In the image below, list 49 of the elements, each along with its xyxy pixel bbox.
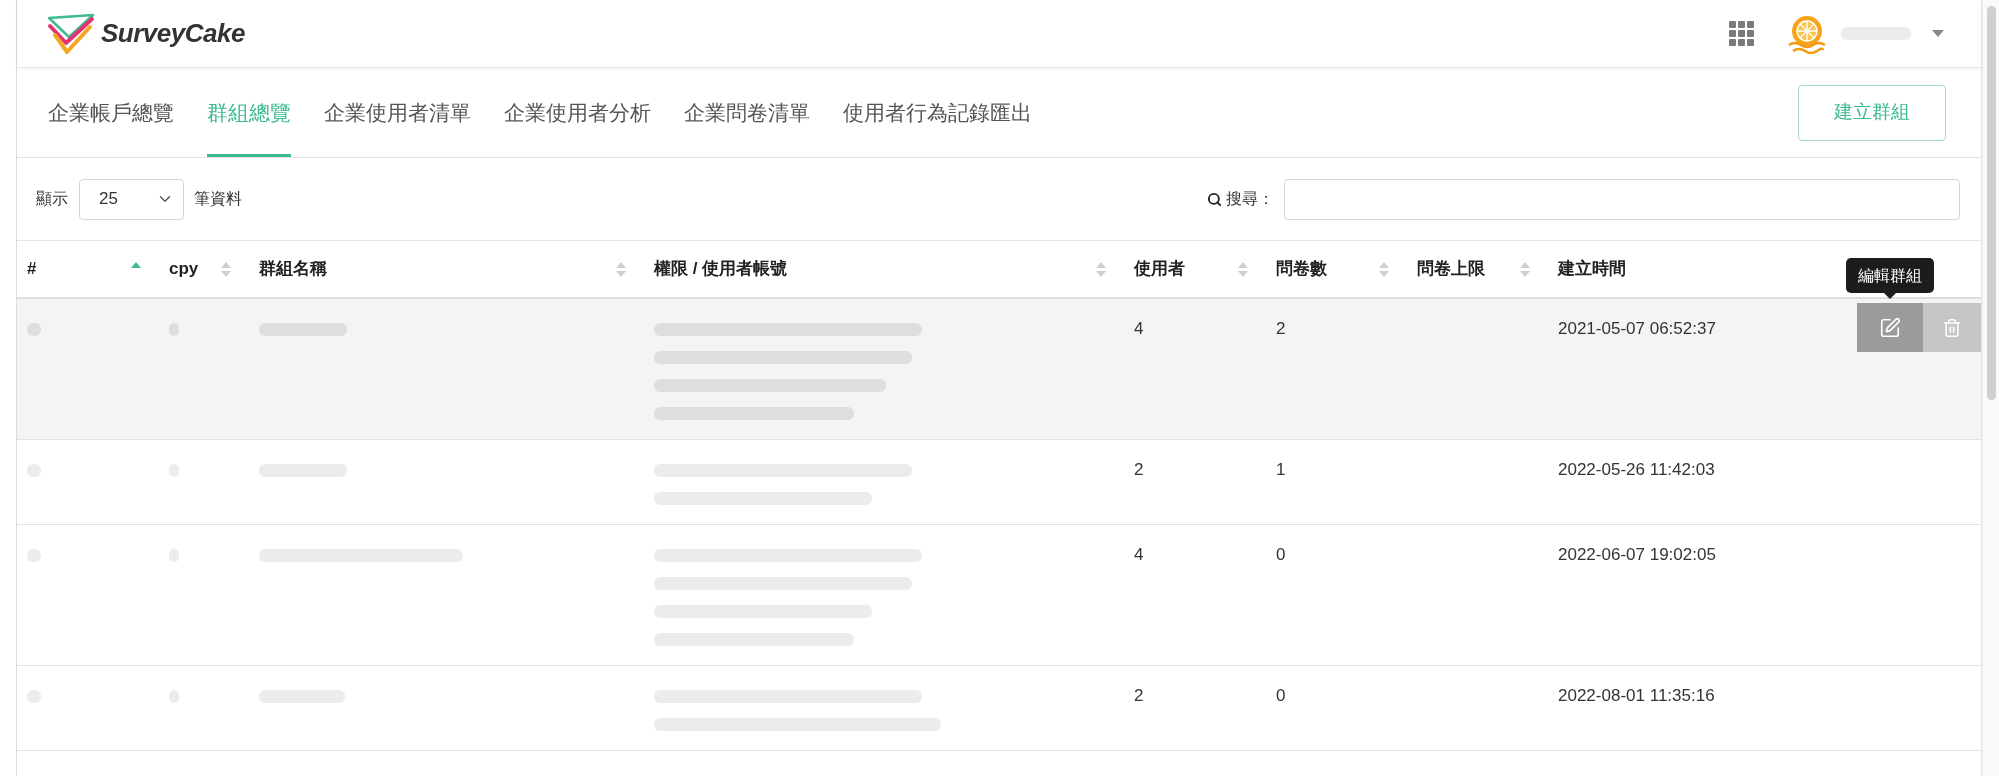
table-cell: 1 [1266,439,1407,525]
scrollbar-thumb[interactable] [1986,6,1996,400]
column-header[interactable]: 建立時間 [1558,256,1626,282]
nav-tab[interactable]: 企業使用者分析 [504,68,651,157]
nav-tab[interactable]: 使用者行為記錄匯出 [843,68,1032,157]
search-icon [1207,191,1222,207]
table-cell: 2022-05-26 11:42:03 [1548,439,1850,525]
column-header[interactable]: 群組名稱 [259,256,327,282]
table-cell: 4 [1124,298,1266,440]
delete-button[interactable] [1923,303,1981,352]
table-cell: 2 [1266,298,1407,440]
column-header[interactable]: 問卷數 [1276,256,1327,282]
logo-text: SurveyCake [101,17,245,50]
page-size-select[interactable]: 25 [79,178,184,220]
table-cell: 2021-05-07 06:52:37 [1548,298,1850,440]
sort-icon[interactable] [1520,261,1530,277]
sort-icon[interactable] [221,261,231,277]
table-cell: 2 [1124,665,1266,751]
edit-button[interactable] [1857,303,1923,352]
column-header[interactable]: 問卷上限 [1417,256,1485,282]
sort-icon[interactable] [616,261,626,277]
nav-tab[interactable]: 企業問卷清單 [684,68,810,157]
logo-icon [47,12,95,55]
sort-ascending-icon[interactable] [131,261,141,268]
column-header[interactable]: # [27,256,37,282]
table-cell: 0 [1266,665,1407,751]
sort-icon[interactable] [1096,261,1106,277]
table-cell: 4 [1124,524,1266,666]
tooltip: 編輯群組 [1846,258,1934,299]
table-cell: 2022-06-07 19:02:05 [1548,524,1850,666]
apps-grid-icon[interactable] [1729,21,1754,46]
edit-icon [1879,316,1901,339]
sort-icon[interactable] [1379,261,1389,277]
table-cell: 0 [1266,524,1407,666]
table-cell: 2022-08-01 11:35:16 [1548,665,1850,751]
column-header[interactable]: 使用者 [1134,256,1185,282]
search-input[interactable] [1284,178,1960,220]
column-header[interactable]: cpy [169,256,199,282]
search-label: 搜尋： [1226,189,1274,209]
nav-tab[interactable]: 企業使用者清單 [324,68,471,157]
sort-icon[interactable] [1238,261,1248,277]
trash-icon [1942,317,1962,338]
citrus-avatar-icon[interactable] [1787,13,1827,54]
records-label: 筆資料 [194,189,242,209]
table-cell: 2 [1124,439,1266,525]
show-label: 顯示 [36,189,68,209]
caret-down-icon[interactable] [1932,30,1944,37]
nav-tab[interactable]: 企業帳戶總覽 [48,68,174,157]
column-header[interactable]: 權限 / 使用者帳號 [654,256,788,282]
